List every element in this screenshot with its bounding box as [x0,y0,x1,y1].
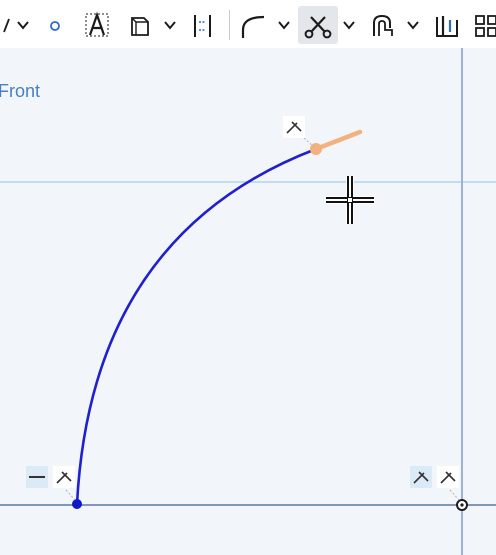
fillet-tool-dropdown[interactable] [273,6,295,44]
chevron-down-icon [164,21,176,30]
horizontal-constraint-icon[interactable] [26,466,48,488]
toolbar-separator [229,10,230,40]
pattern-icon [436,16,458,37]
use-icon [373,14,393,36]
scissors-icon [304,16,332,39]
fillet-tool-button[interactable] [236,6,272,44]
use-tool-dropdown[interactable] [402,6,424,44]
offset-tool-button[interactable] [124,6,154,44]
mirror-icon [194,15,211,37]
sketch-arc[interactable] [75,147,317,505]
constraint-leader [65,489,76,501]
line-icon [3,18,10,33]
point-tool-button[interactable] [42,6,68,44]
grid-icon [475,15,496,37]
tangent-constraint-icon[interactable] [53,466,75,488]
chevron-down-icon [278,21,290,30]
line-tool-dropdown[interactable] [13,6,33,44]
point-icon [50,21,60,31]
more-tools-button[interactable] [470,6,496,44]
coincident-constraint-icon[interactable] [410,466,432,488]
tangent-constraint-icon[interactable] [437,466,459,488]
constraint-leader [449,489,460,501]
line-tool-button[interactable] [0,6,12,44]
trim-tool-button[interactable] [298,6,338,44]
mirror-tool-button[interactable] [186,6,220,44]
arc-end-point[interactable] [310,143,322,155]
offset-icon [131,17,149,36]
text-icon [85,11,109,37]
tangent-constraint-icon[interactable] [283,116,305,138]
chevron-down-icon [343,21,355,30]
arc-start-point[interactable] [72,499,82,509]
hover-highlight-segment [313,129,363,152]
origin-center-dot [460,503,464,507]
pattern-tool-button[interactable] [430,6,464,44]
fillet-icon [241,15,265,38]
use-tool-button[interactable] [364,6,400,44]
trim-tool-dropdown[interactable] [338,6,360,44]
trim-cursor-icon [326,176,374,224]
sketch-toolbar [0,0,496,48]
chevron-down-icon [407,21,419,30]
text-tool-button[interactable] [80,6,114,44]
offset-tool-dropdown[interactable] [158,6,182,44]
sketch-canvas[interactable]: Front [0,48,496,555]
chevron-down-icon [17,21,29,30]
